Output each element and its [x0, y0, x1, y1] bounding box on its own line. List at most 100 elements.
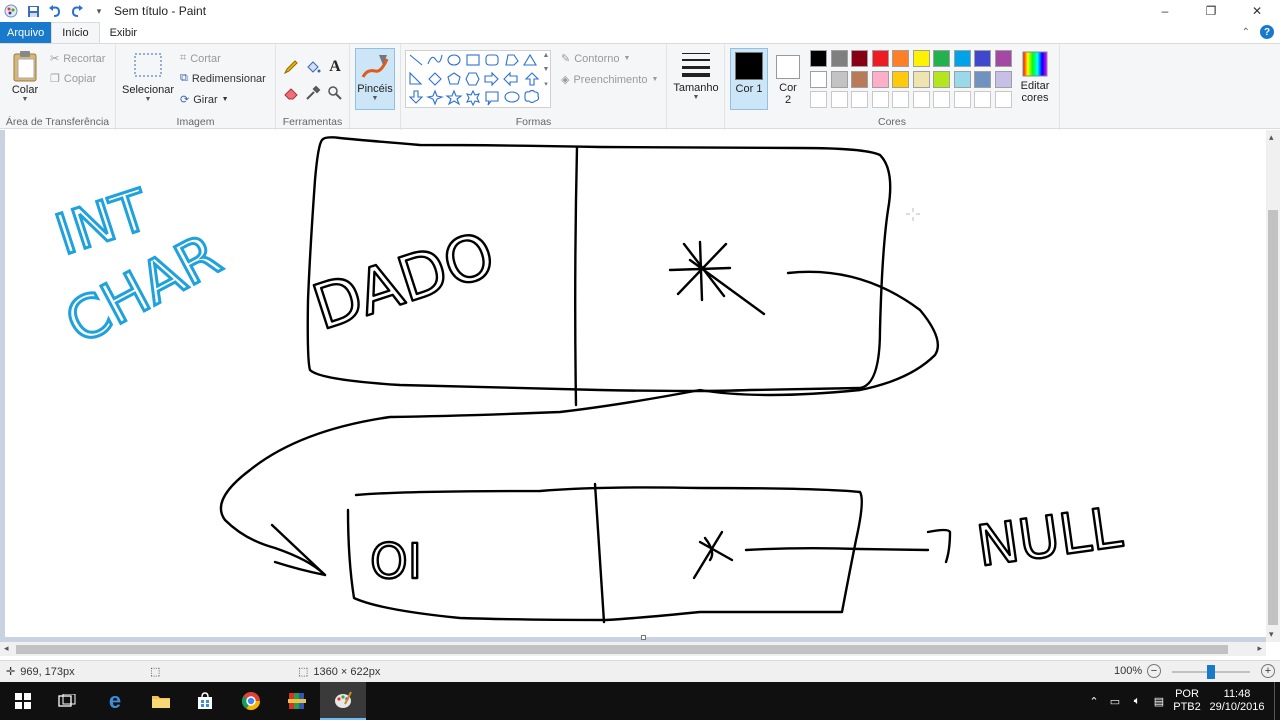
four-point-star-shape-icon[interactable]: [426, 89, 444, 106]
hexagon-shape-icon[interactable]: [465, 72, 480, 86]
winrar-button[interactable]: [274, 682, 320, 720]
palette-color-swatch[interactable]: [994, 50, 1012, 67]
shapes-scroll[interactable]: ▲ ▼ ▾: [541, 52, 551, 108]
palette-custom-swatch[interactable]: [871, 91, 889, 108]
right-triangle-shape-icon[interactable]: [409, 71, 423, 85]
help-icon[interactable]: ?: [1260, 25, 1274, 39]
scroll-up-icon[interactable]: ▴: [1269, 132, 1274, 143]
color-picker-icon[interactable]: [304, 84, 322, 102]
canvas-resize-handle[interactable]: [641, 635, 646, 640]
edit-colors-button[interactable]: Editar cores: [1015, 50, 1055, 104]
file-explorer-button[interactable]: [138, 682, 184, 720]
palette-color-swatch[interactable]: [830, 70, 848, 88]
palette-color-swatch[interactable]: [974, 50, 991, 67]
palette-custom-swatch[interactable]: [974, 91, 991, 108]
palette-color-swatch[interactable]: [933, 70, 950, 88]
collapse-ribbon-icon[interactable]: ⌃: [1242, 27, 1250, 38]
palette-custom-swatch[interactable]: [851, 91, 868, 108]
scroll-down-icon[interactable]: ▾: [1269, 629, 1274, 640]
language-indicator[interactable]: POR PTB2: [1170, 688, 1204, 714]
magnifier-icon[interactable]: [326, 84, 344, 102]
left-arrow-shape-icon[interactable]: [503, 71, 518, 87]
save-icon[interactable]: [24, 2, 42, 20]
undo-icon[interactable]: [46, 2, 64, 20]
tab-view[interactable]: Exibir: [100, 22, 148, 43]
pencil-icon[interactable]: [282, 58, 300, 76]
chrome-button[interactable]: [228, 682, 274, 720]
curve-shape-icon[interactable]: [427, 54, 443, 65]
horizontal-scrollbar[interactable]: ◂ ▸: [0, 642, 1266, 656]
line-shape-icon[interactable]: [409, 54, 423, 66]
up-arrow-shape-icon[interactable]: [524, 72, 540, 86]
palette-color-swatch[interactable]: [830, 50, 848, 67]
action-center-icon[interactable]: ▤: [1148, 695, 1170, 708]
size-button[interactable]: Tamanho ▼: [671, 50, 721, 101]
palette-custom-swatch[interactable]: [892, 91, 909, 108]
color1-button[interactable]: Cor 1: [730, 48, 768, 110]
select-button[interactable]: Selecionar ▼: [120, 52, 176, 103]
pentagon-shape-icon[interactable]: [447, 72, 461, 85]
show-desktop-button[interactable]: [1274, 682, 1280, 720]
tab-home[interactable]: Início: [51, 22, 100, 44]
palette-color-swatch[interactable]: [912, 50, 930, 67]
palette-color-swatch[interactable]: [994, 70, 1012, 88]
rectangle-shape-icon[interactable]: [466, 54, 480, 66]
eraser-icon[interactable]: [282, 84, 300, 102]
text-icon[interactable]: A: [326, 58, 344, 76]
drawing-canvas[interactable]: INT CHAR DADO OI NULL: [5, 130, 1266, 640]
shapes-scroll-down-icon[interactable]: ▼: [543, 66, 550, 73]
palette-custom-swatch[interactable]: [953, 91, 971, 108]
palette-color-swatch[interactable]: [892, 70, 909, 88]
palette-color-swatch[interactable]: [851, 50, 868, 67]
edge-browser-button[interactable]: e: [92, 682, 138, 720]
horizontal-scroll-thumb[interactable]: [16, 645, 1228, 654]
zoom-in-icon[interactable]: +: [1261, 664, 1275, 678]
scroll-left-icon[interactable]: ◂: [4, 643, 9, 654]
oval-shape-icon[interactable]: [447, 54, 461, 66]
cloud-callout-shape-icon[interactable]: [524, 89, 540, 104]
vertical-scrollbar[interactable]: ▴ ▾: [1266, 130, 1280, 642]
palette-custom-swatch[interactable]: [933, 91, 950, 108]
palette-custom-swatch[interactable]: [912, 91, 930, 108]
zoom-out-icon[interactable]: −: [1147, 664, 1161, 678]
resize-button[interactable]: ⧉ Redimensionar: [180, 72, 266, 85]
palette-color-swatch[interactable]: [953, 70, 971, 88]
rounded-rectangle-shape-icon[interactable]: [485, 54, 499, 66]
zoom-slider-thumb[interactable]: [1207, 665, 1215, 679]
palette-color-swatch[interactable]: [851, 70, 868, 88]
diamond-shape-icon[interactable]: [428, 72, 442, 86]
crop-button[interactable]: ⌗ Cortar: [180, 52, 221, 65]
vertical-scroll-thumb[interactable]: [1268, 210, 1278, 625]
start-button[interactable]: [0, 682, 46, 720]
rounded-callout-shape-icon[interactable]: [485, 91, 499, 106]
palette-custom-swatch[interactable]: [830, 91, 848, 108]
customize-qat-icon[interactable]: ▾: [90, 2, 108, 20]
palette-color-swatch[interactable]: [974, 70, 991, 88]
cut-button[interactable]: ✂ Recortar: [50, 52, 105, 66]
rotate-button[interactable]: ⟳ Girar ▼: [180, 93, 229, 107]
paste-button[interactable]: Colar ▼: [8, 50, 42, 103]
palette-color-swatch[interactable]: [810, 70, 827, 88]
palette-color-swatch[interactable]: [933, 50, 950, 67]
volume-icon[interactable]: 🔈︎: [1126, 695, 1148, 708]
task-view-button[interactable]: [44, 682, 90, 720]
paint-app-icon[interactable]: [2, 2, 20, 20]
polygon-shape-icon[interactable]: [505, 54, 519, 66]
minimize-button[interactable]: –: [1142, 0, 1188, 22]
outline-button[interactable]: ✎ Contorno ▼: [561, 52, 630, 66]
scroll-right-icon[interactable]: ▸: [1257, 643, 1262, 654]
shapes-expand-icon[interactable]: ▾: [544, 80, 548, 88]
color2-button[interactable]: Cor 2: [772, 48, 804, 110]
store-button[interactable]: [182, 682, 228, 720]
palette-custom-swatch[interactable]: [994, 91, 1012, 108]
fill-button[interactable]: ◈ Preenchimento ▼: [561, 73, 658, 87]
down-arrow-shape-icon[interactable]: [408, 90, 424, 104]
palette-color-swatch[interactable]: [871, 50, 889, 67]
fill-bucket-icon[interactable]: [304, 58, 322, 76]
copy-button[interactable]: ❐ Copiar: [50, 72, 96, 86]
oval-callout-shape-icon[interactable]: [504, 91, 520, 103]
six-point-star-shape-icon[interactable]: [465, 89, 481, 107]
right-arrow-shape-icon[interactable]: [484, 71, 499, 87]
triangle-shape-icon[interactable]: [523, 53, 537, 66]
palette-color-swatch[interactable]: [892, 50, 909, 67]
